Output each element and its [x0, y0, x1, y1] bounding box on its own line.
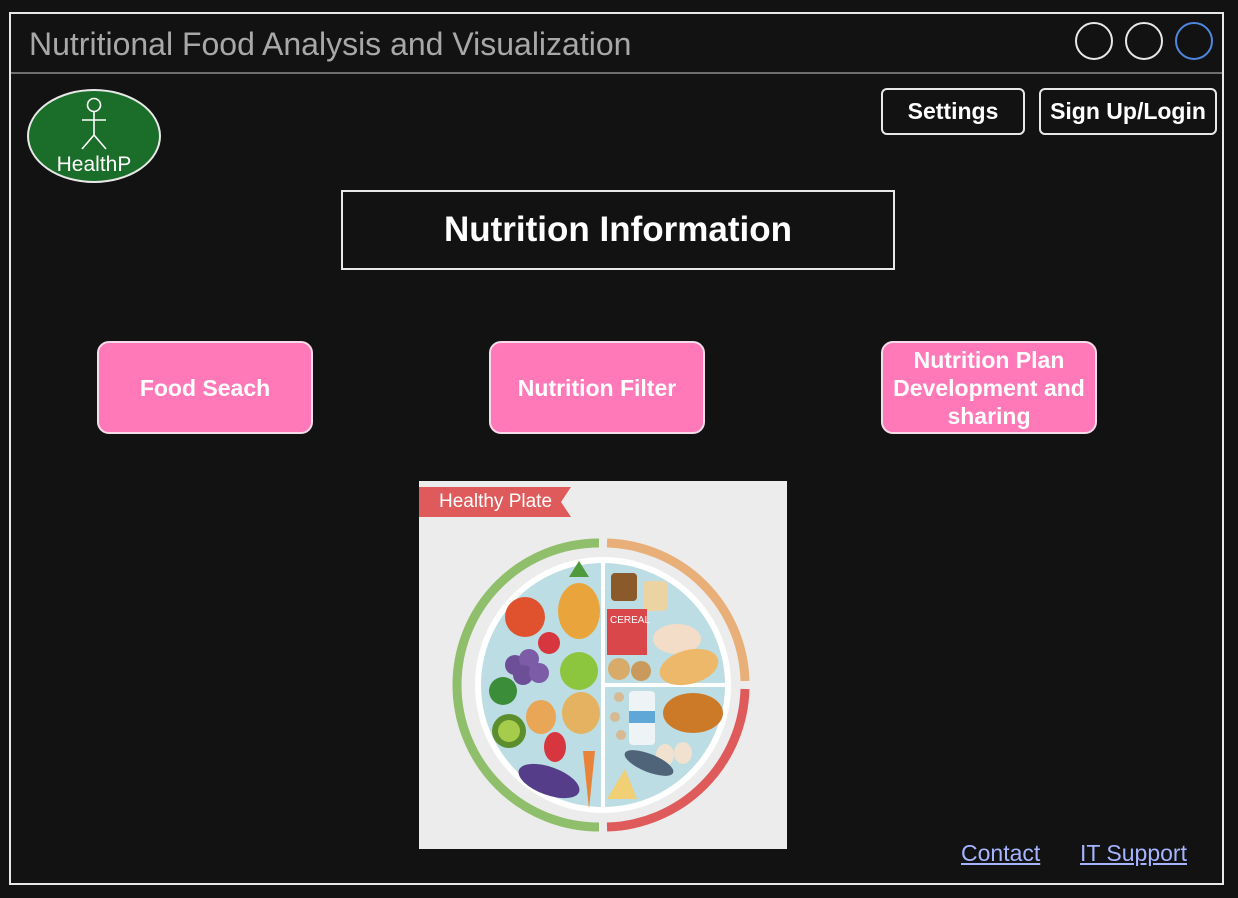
nutrition-plan-button[interactable]: Nutrition Plan Development and sharing [881, 341, 1097, 434]
cereal-box-label: CEREAL [610, 615, 650, 626]
healthy-plate-banner: Healthy Plate [439, 491, 553, 512]
healthy-plate-illustration: CEREAL [419, 487, 750, 832]
app-title: Nutritional Food Analysis and Visualizat… [29, 26, 632, 62]
contact-link[interactable]: Contact [961, 840, 1040, 867]
logo-text: HealthP [56, 153, 132, 176]
settings-button[interactable]: Settings [881, 88, 1025, 135]
section-title: Nutrition Information [341, 190, 895, 270]
healthy-plate-image: CEREAL Healthy Plate [419, 481, 787, 849]
window-control-button[interactable] [1125, 22, 1163, 60]
title-bar: Nutritional Food Analysis and Visualizat… [11, 14, 1222, 74]
healthp-logo[interactable]: HealthP [27, 89, 161, 183]
window-control-button[interactable] [1075, 22, 1113, 60]
app-window: Nutritional Food Analysis and Visualizat… [9, 12, 1224, 885]
nutrition-filter-button[interactable]: Nutrition Filter [489, 341, 705, 434]
signup-login-button[interactable]: Sign Up/Login [1039, 88, 1217, 135]
it-support-link[interactable]: IT Support [1080, 840, 1187, 867]
window-control-button-active[interactable] [1175, 22, 1213, 60]
food-search-button[interactable]: Food Seach [97, 341, 313, 434]
